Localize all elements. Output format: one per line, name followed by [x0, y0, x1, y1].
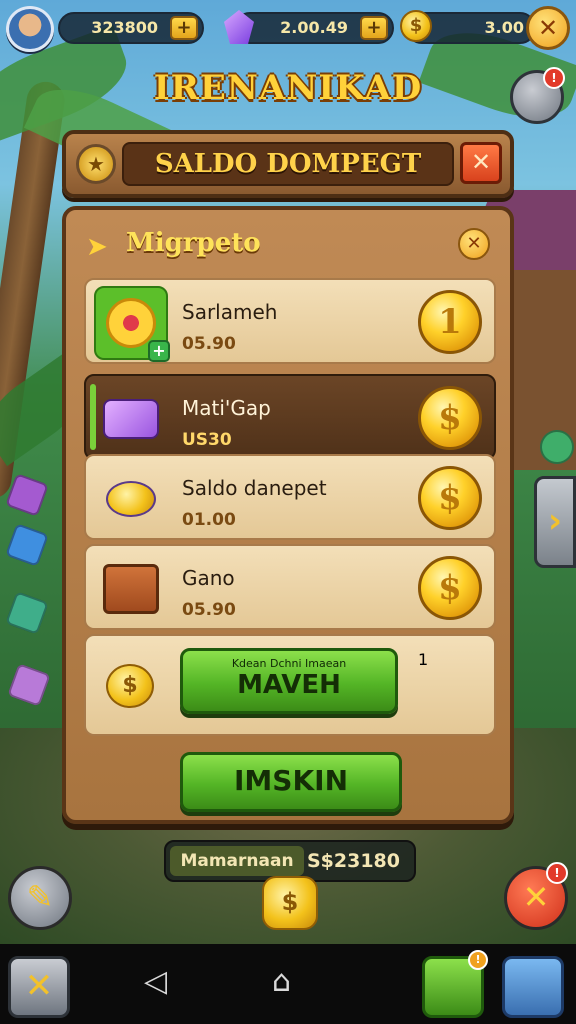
tools-button[interactable]: ✕: [8, 956, 70, 1018]
mail-notification-badge: !: [543, 67, 565, 89]
gold-value: 3.00: [484, 18, 524, 37]
bottom-right-badge: !: [546, 862, 568, 884]
gem-teal: [5, 591, 49, 635]
chest-thumb: [94, 552, 168, 626]
left-round-button[interactable]: ✎: [8, 866, 72, 930]
gold-coin-icon: $: [418, 386, 482, 450]
item-name: Mati'Gap: [182, 396, 271, 420]
ticket-shop-badge: !: [468, 950, 488, 970]
system-navigation-bar: ✕ ◁ ⌂ !: [0, 944, 576, 1024]
coin-stack-thumb: [94, 462, 168, 536]
game-title: IRENANIKAD: [153, 68, 423, 108]
panel-close-button[interactable]: ✕: [458, 228, 490, 260]
gold-coin-icon: $: [418, 466, 482, 530]
offer-row: $ Kdean Dchni Imaean MAVEH 1: [84, 634, 496, 736]
crystals-counter: 2.00.49 +: [234, 12, 394, 44]
gold-coin-icon: 1: [418, 290, 482, 354]
add-coins-button[interactable]: +: [170, 16, 198, 40]
banner-close-button[interactable]: ✕: [460, 142, 502, 184]
banner-title: SALDO DOMPEGT: [154, 149, 422, 179]
hud-close-button[interactable]: ✕: [526, 6, 570, 50]
coin-stack-icon: [106, 481, 156, 517]
item-price: US30: [182, 430, 232, 450]
shop-item-row[interactable]: + Sarlameh 05.90 1: [84, 278, 496, 364]
shop-item-row[interactable]: Gano 05.90 $: [84, 544, 496, 630]
gem-lilac: [7, 663, 51, 707]
gem-blue: [5, 523, 49, 567]
next-arrow-button[interactable]: ›: [534, 476, 576, 568]
coin-pile-icon: $: [106, 664, 154, 708]
item-price: 05.90: [182, 334, 236, 354]
mail-button[interactable]: !: [510, 67, 565, 124]
balance-value: S$23180: [306, 850, 400, 872]
ticket-icon: [103, 399, 159, 439]
panel-title: Migrpeto: [126, 228, 261, 258]
gold-coin-icon: 1: [418, 650, 429, 669]
treasure-chest-icon: [103, 564, 159, 614]
panel-header: ➤ Migrpeto ✕: [86, 224, 490, 268]
item-name: Sarlameh: [182, 300, 278, 324]
offer-caption: Kdean Dchni Imaean: [231, 657, 347, 670]
shop-item-row[interactable]: Saldo danepet 01.00 $: [84, 454, 496, 540]
gold-coin-icon: $: [418, 556, 482, 620]
plus-icon: +: [148, 340, 170, 362]
imskin-button[interactable]: IMSKIN: [180, 752, 402, 812]
arrow-icon: ➤: [86, 232, 108, 262]
ticket-thumb: [94, 382, 168, 456]
shop-panel: ➤ Migrpeto ✕ + Sarlameh 05.90 1 Mati'Gap…: [62, 206, 514, 824]
banner-title-plate: SALDO DOMPEGT: [122, 142, 454, 186]
item-price: 05.90: [182, 600, 236, 620]
top-hud: 323800 + 2.00.49 + 3.00 $ ✕: [6, 6, 570, 52]
star-badge-icon: ★: [76, 144, 116, 184]
store-button[interactable]: [502, 956, 564, 1018]
balance-label: Mamarnaan: [170, 846, 304, 876]
item-name: Saldo danepet: [182, 476, 327, 500]
add-crystals-button[interactable]: +: [360, 16, 388, 40]
shop-item-row-selected[interactable]: Mati'Gap US30 $: [84, 374, 496, 460]
maveh-button-label: MAVEH: [237, 670, 341, 700]
gold-coin-icon: $: [262, 876, 318, 930]
gold-coin-icon: $: [400, 10, 432, 42]
player-avatar[interactable]: [6, 6, 54, 52]
crystals-value: 2.00.49: [280, 18, 348, 37]
shop-banner: ★ SALDO DOMPEGT ✕: [62, 130, 514, 198]
sun-badge-thumb: +: [94, 286, 170, 362]
item-name: Gano: [182, 566, 235, 590]
maveh-button[interactable]: Kdean Dchni Imaean MAVEH: [180, 648, 398, 714]
gem-purple: [5, 473, 49, 517]
nav-home-icon[interactable]: ⌂: [272, 962, 291, 1002]
coins-counter: 323800 +: [58, 12, 204, 44]
item-price: 01.00: [182, 510, 236, 530]
nav-back-icon[interactable]: ◁: [144, 962, 167, 1002]
coins-value: 323800: [91, 18, 158, 37]
